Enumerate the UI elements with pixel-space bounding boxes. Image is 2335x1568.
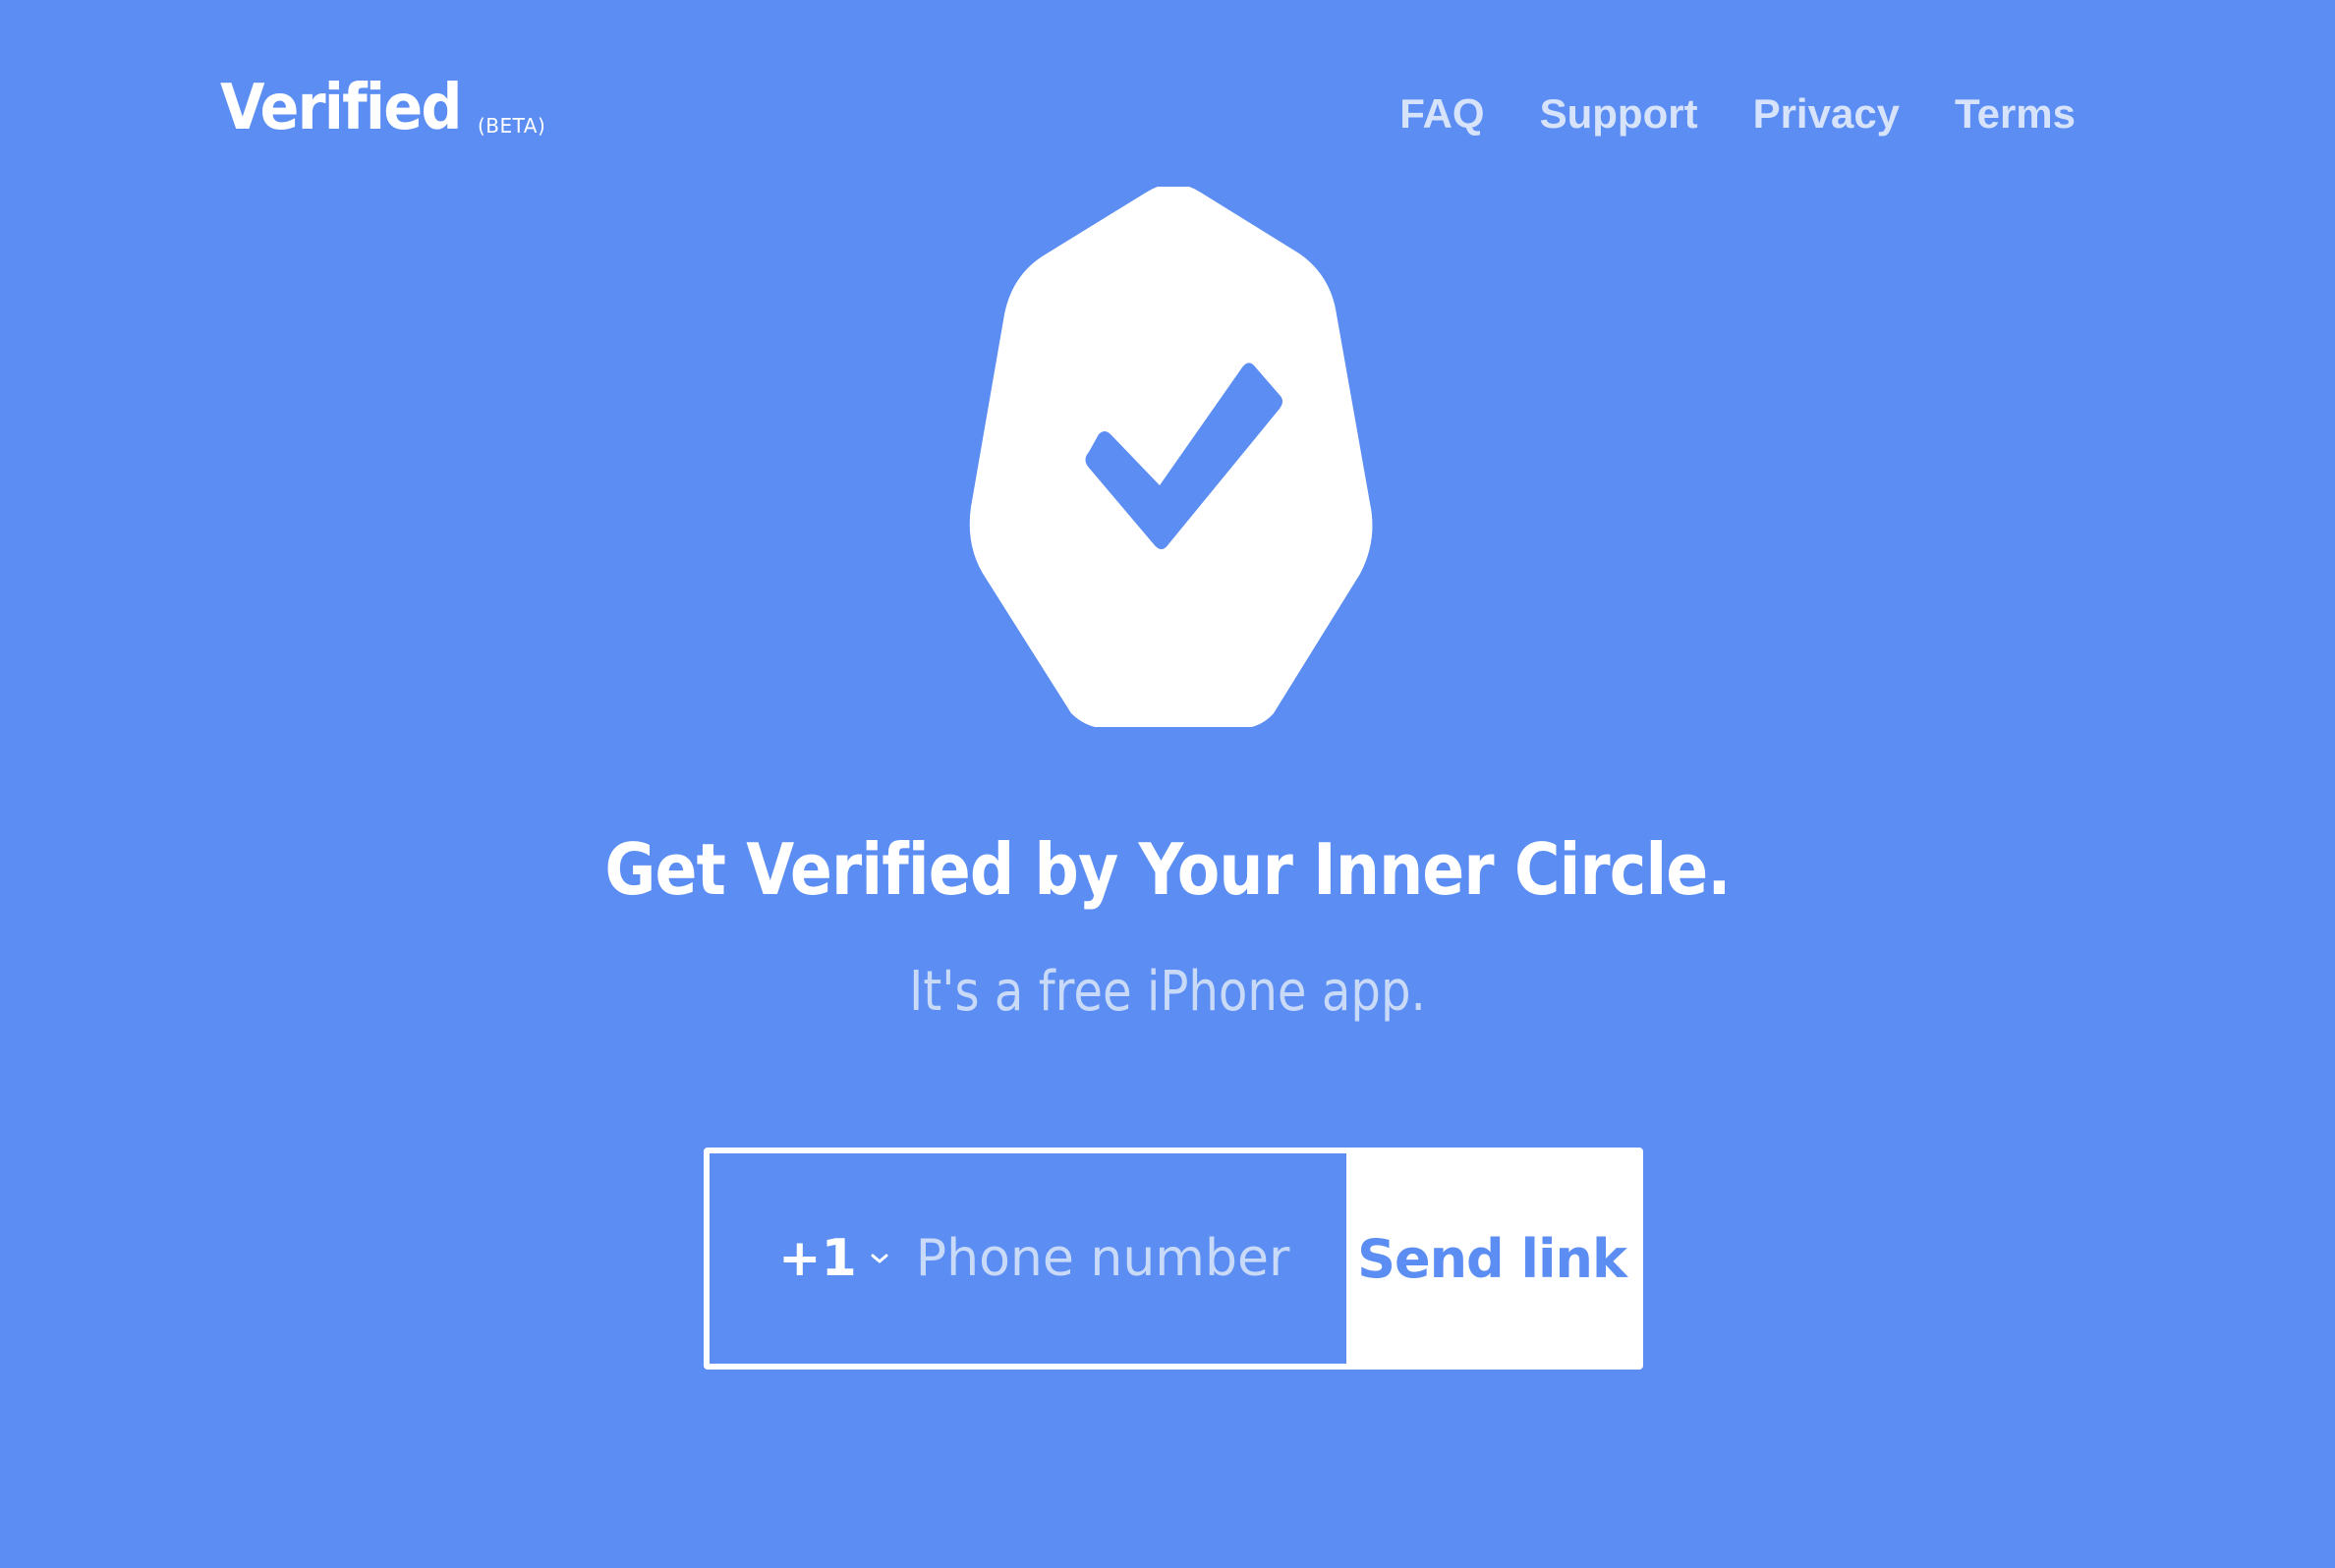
send-link-button[interactable]: Send link <box>1346 1153 1637 1364</box>
hero-subline: It's a free iPhone app. <box>909 960 1426 1024</box>
country-code-value: +1 <box>778 1229 857 1288</box>
nav-link-privacy[interactable]: Privacy <box>1753 84 1900 143</box>
site-header: Verified (BETA) FAQ Support Privacy Term… <box>0 0 2335 196</box>
brand-logo[interactable]: Verified (BETA) <box>220 69 545 147</box>
country-code-select[interactable]: +1 <box>778 1229 888 1288</box>
chevron-down-icon <box>871 1254 888 1263</box>
brand-name: Verified <box>220 72 463 144</box>
signup-form: +1 Send link <box>704 1148 1643 1370</box>
top-nav: FAQ Support Privacy Terms <box>1399 84 2076 143</box>
shield-shape <box>969 187 1373 727</box>
nav-link-faq[interactable]: FAQ <box>1399 84 1484 143</box>
beta-badge: (BETA) <box>477 114 546 138</box>
phone-field-group: +1 <box>710 1153 1552 1364</box>
hero-headline: Get Verified by Your Inner Circle. <box>604 828 1731 911</box>
verified-shield-check-icon <box>969 187 1373 727</box>
nav-link-support[interactable]: Support <box>1540 84 1698 143</box>
nav-link-terms[interactable]: Terms <box>1955 84 2076 143</box>
